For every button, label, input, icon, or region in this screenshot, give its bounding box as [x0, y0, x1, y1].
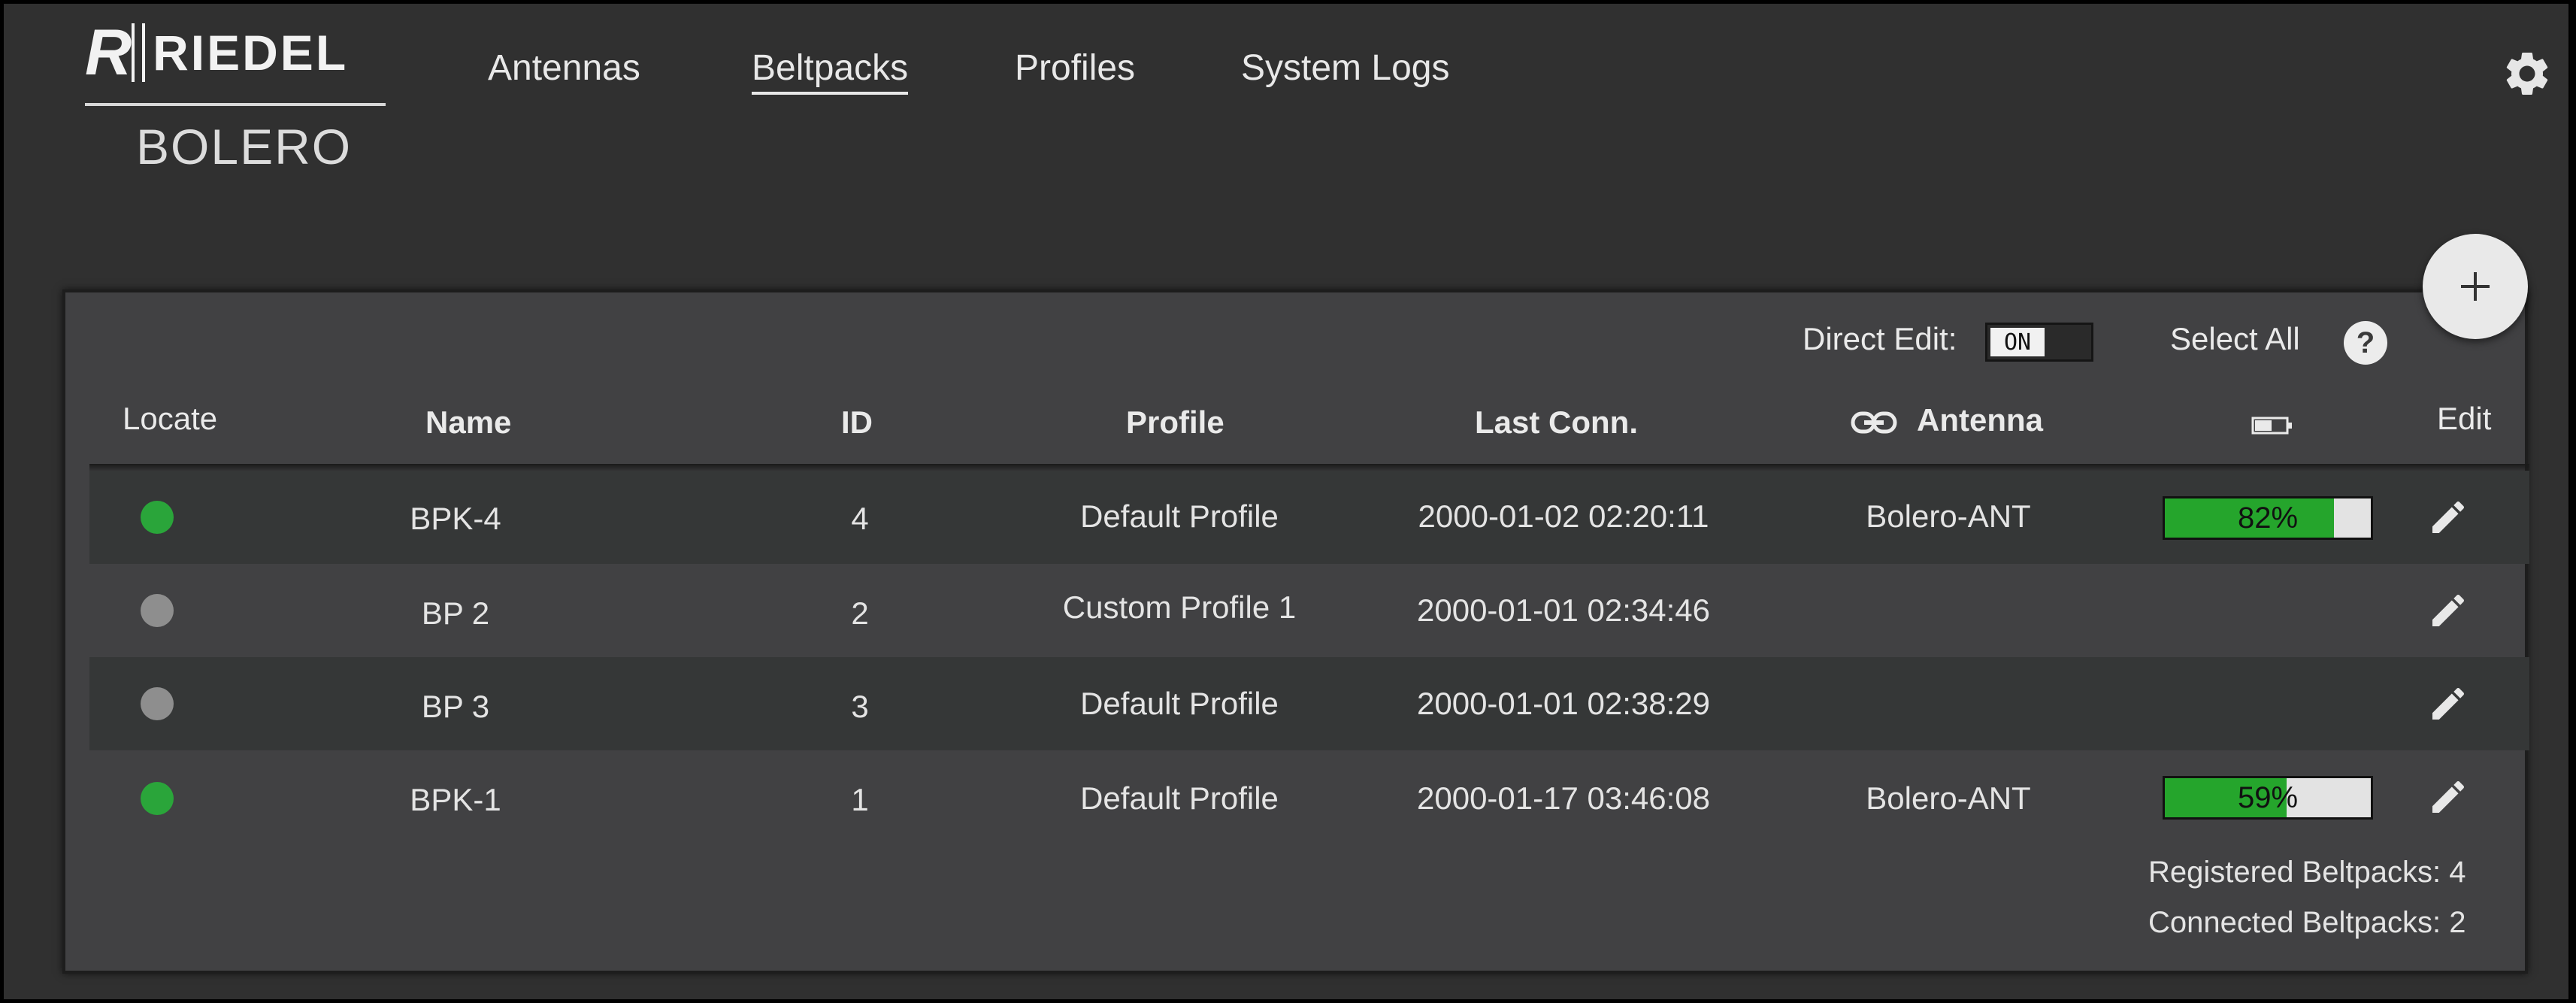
header-profile[interactable]: Profile	[1126, 405, 1224, 441]
row-id: 3	[851, 689, 869, 724]
battery-bar: 82%	[2163, 496, 2373, 540]
nav-system-logs[interactable]: System Logs	[1241, 47, 1449, 89]
header-name[interactable]: Name	[425, 405, 511, 441]
logo-mark: R RIEDEL	[85, 17, 386, 89]
toggle-state: ON	[1990, 328, 2045, 356]
edit-pencil-icon[interactable]	[2427, 496, 2469, 538]
status-dot-connected[interactable]	[141, 501, 174, 534]
row-id: 4	[851, 501, 869, 536]
edit-pencil-icon[interactable]	[2427, 589, 2469, 632]
help-icon[interactable]: ?	[2344, 321, 2387, 365]
battery-icon	[2251, 417, 2292, 435]
row-antenna: Bolero-ANT	[1866, 498, 2031, 534]
row-id: 1	[851, 782, 869, 817]
logo-r-glyph: R	[85, 16, 132, 89]
add-beltpack-button[interactable]	[2423, 234, 2528, 339]
row-last-conn: 2000-01-01 02:38:29	[1417, 686, 1710, 721]
row-profile: Default Profile	[1080, 686, 1279, 721]
nav-antennas[interactable]: Antennas	[488, 47, 640, 89]
header-antenna[interactable]: Antenna	[1917, 402, 2043, 438]
edit-pencil-icon[interactable]	[2427, 683, 2469, 725]
link-icon	[1851, 411, 1897, 434]
table-row[interactable]: BP 3 3 Default Profile 2000-01-01 02:38:…	[89, 657, 2529, 750]
row-antenna: Bolero-ANT	[1866, 780, 2031, 816]
row-name: BPK-4	[410, 501, 501, 536]
table-row[interactable]: BPK-4 4 Default Profile 2000-01-02 02:20…	[89, 471, 2529, 564]
row-name: BP 3	[421, 689, 490, 724]
battery-percent: 59%	[2237, 780, 2299, 814]
app-window: R RIEDEL BOLERO Antennas Beltpacks Profi…	[4, 4, 2568, 999]
riedel-logo: R RIEDEL BOLERO	[85, 17, 386, 175]
product-name: BOLERO	[136, 119, 353, 174]
status-dot-offline[interactable]	[141, 687, 174, 720]
battery-percent: 82%	[2237, 501, 2299, 535]
nav-beltpacks[interactable]: Beltpacks	[752, 47, 909, 95]
table-row[interactable]: BPK-1 1 Default Profile 2000-01-17 03:46…	[89, 750, 2529, 844]
header-last-conn[interactable]: Last Conn.	[1475, 405, 1638, 441]
registered-count: Registered Beltpacks: 4	[2148, 856, 2466, 889]
header-id[interactable]: ID	[841, 405, 873, 441]
battery-bar: 59%	[2163, 776, 2373, 820]
row-profile: Default Profile	[1080, 780, 1279, 816]
logo-bars	[132, 23, 146, 82]
row-last-conn: 2000-01-17 03:46:08	[1417, 780, 1710, 816]
header-locate: Locate	[123, 401, 218, 436]
row-name: BP 2	[421, 595, 490, 631]
table-row[interactable]: BP 2 2 Custom Profile 1 2000-01-01 02:34…	[89, 564, 2529, 657]
logo-wordmark: RIEDEL	[153, 25, 349, 80]
row-id: 2	[851, 595, 869, 631]
direct-edit-label: Direct Edit:	[1803, 321, 1957, 356]
header-edit: Edit	[2437, 401, 2492, 436]
row-name: BPK-1	[410, 782, 501, 817]
row-last-conn: 2000-01-01 02:34:46	[1417, 592, 1710, 628]
row-profile: Custom Profile 1	[1062, 589, 1297, 625]
edit-pencil-icon[interactable]	[2427, 776, 2469, 818]
row-last-conn: 2000-01-02 02:20:11	[1418, 498, 1709, 534]
logo-divider	[85, 103, 386, 106]
plus-icon	[2461, 272, 2490, 301]
select-all-button[interactable]: Select All	[2170, 321, 2300, 357]
settings-gear-icon[interactable]	[2501, 47, 2553, 100]
nav-profiles[interactable]: Profiles	[1015, 47, 1135, 89]
connected-count: Connected Beltpacks: 2	[2148, 906, 2466, 939]
direct-edit-toggle[interactable]: ON	[1985, 323, 2093, 362]
row-profile: Default Profile	[1080, 498, 1279, 534]
status-dot-offline[interactable]	[141, 594, 174, 627]
status-dot-connected[interactable]	[141, 782, 174, 815]
